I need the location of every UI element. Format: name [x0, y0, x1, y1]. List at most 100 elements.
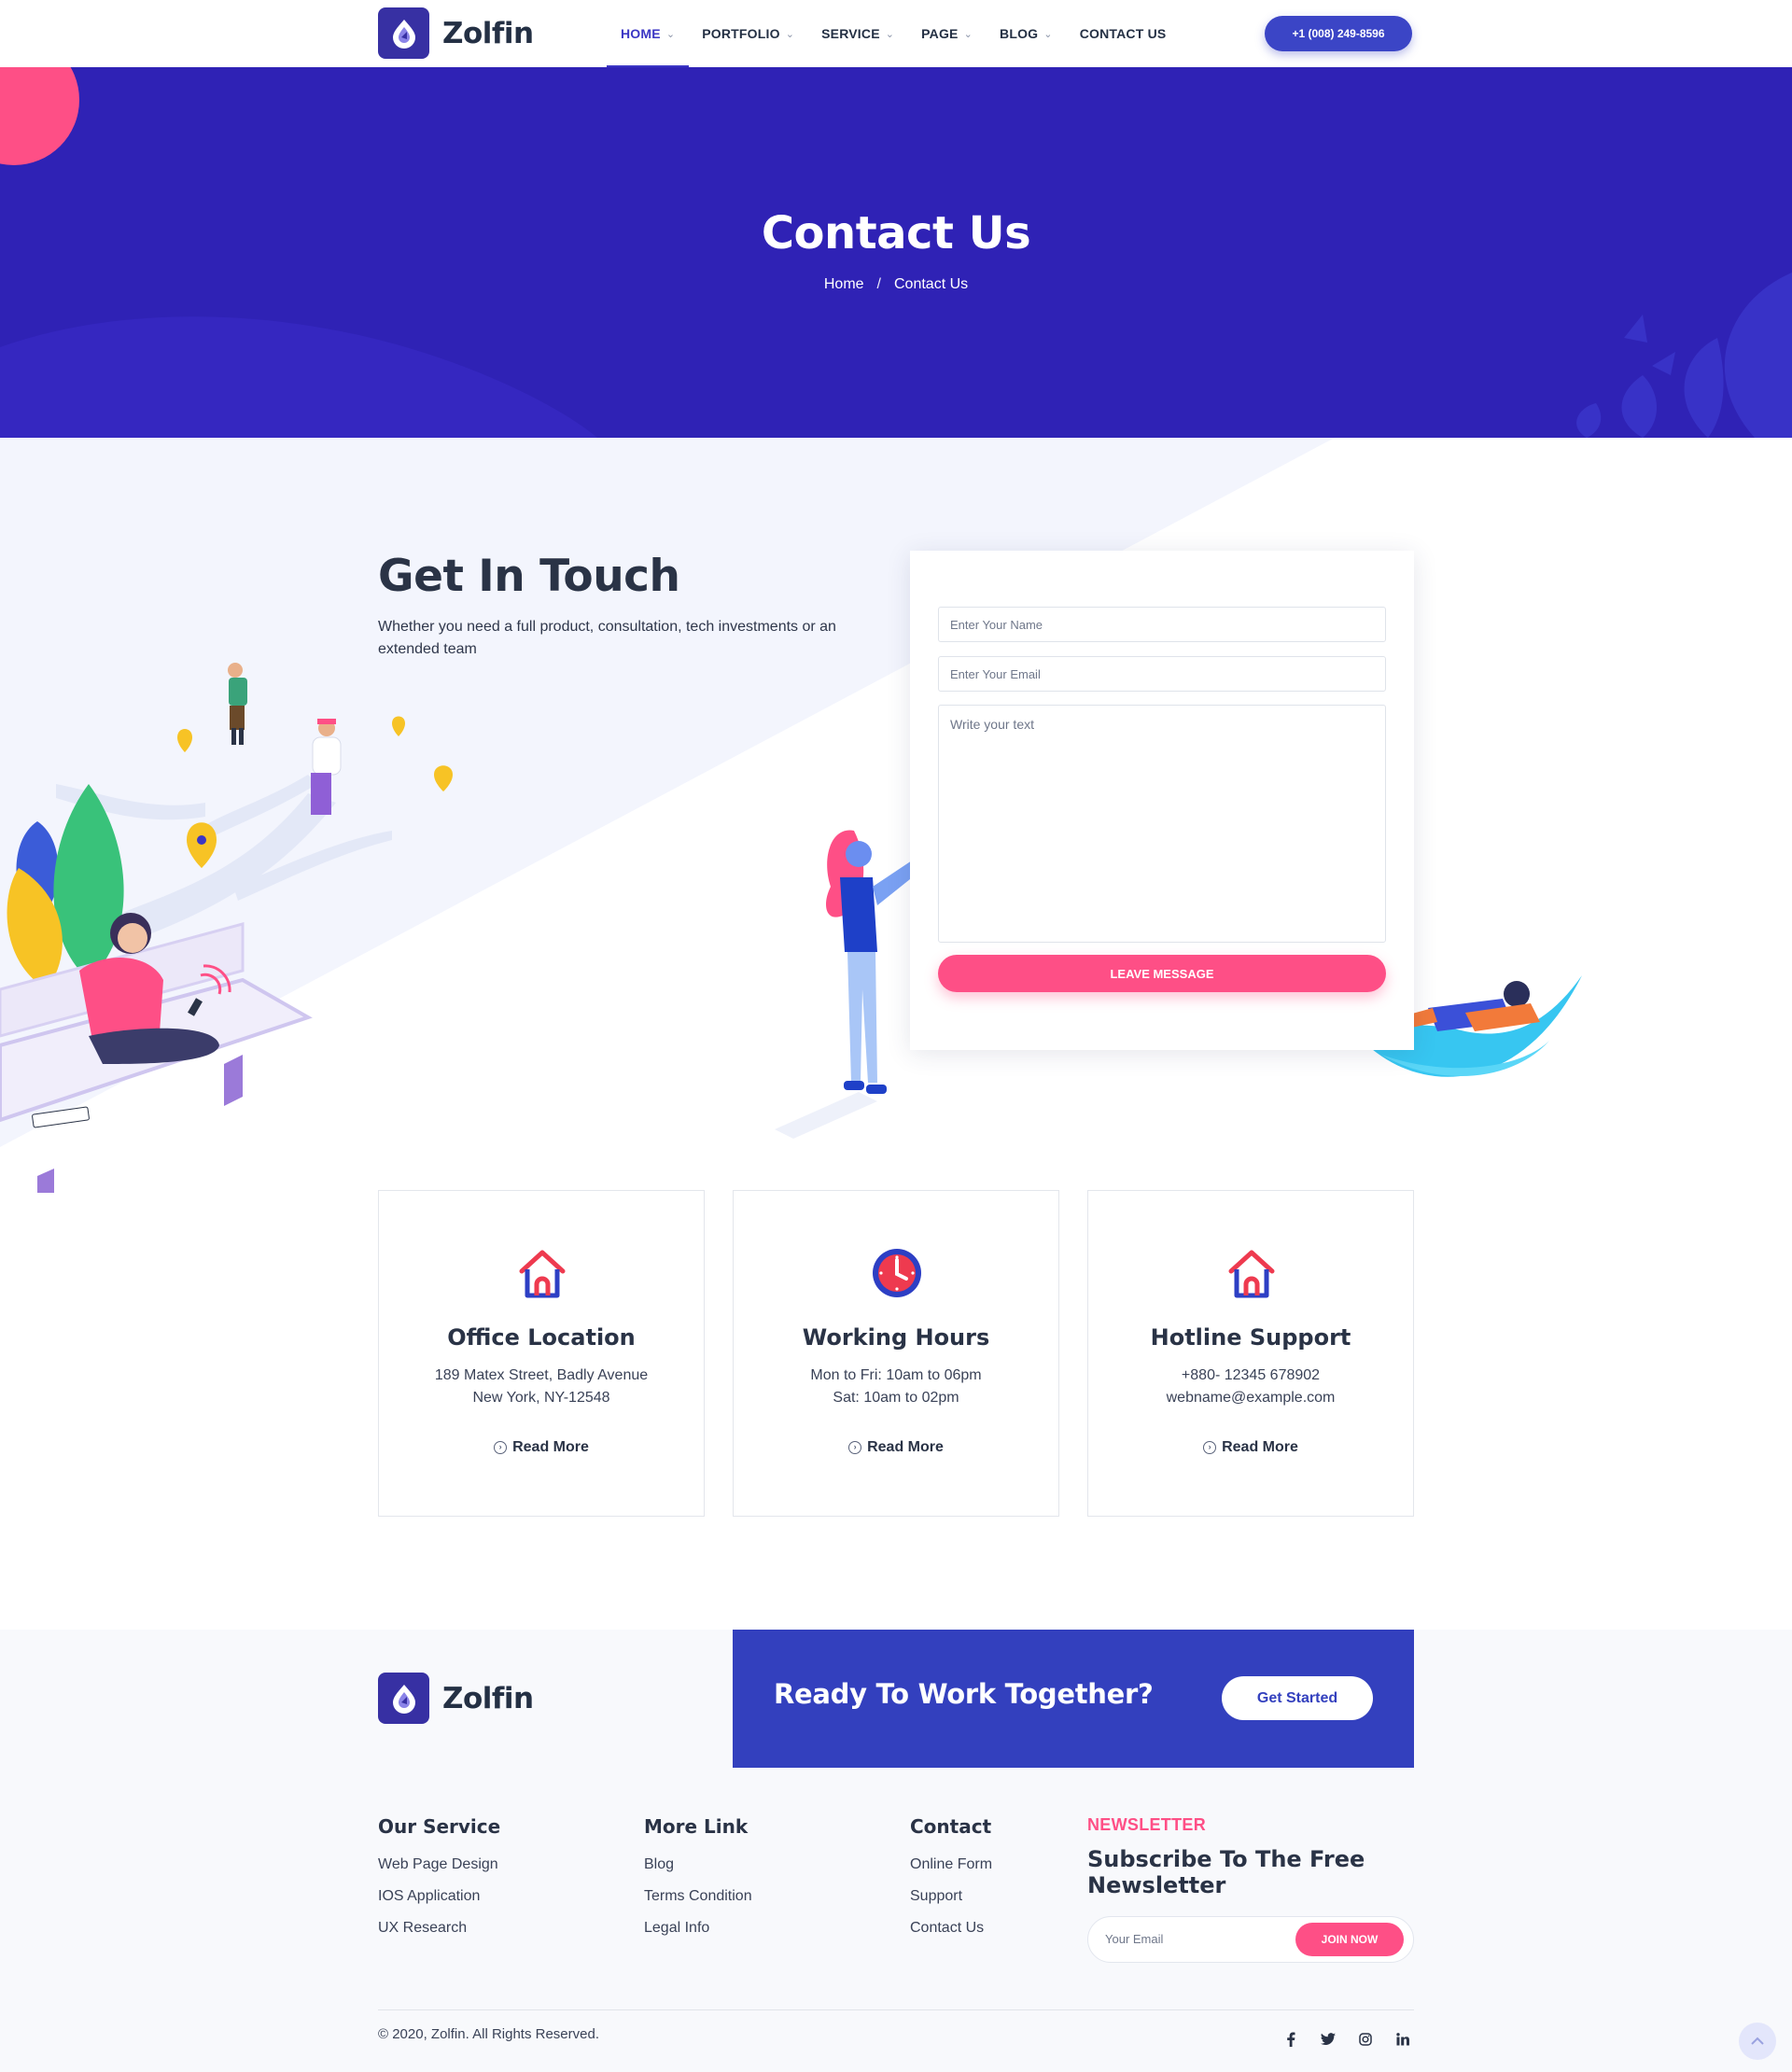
main-menu: HOME ⌄ PORTFOLIO ⌄ SERVICE ⌄ PAGE ⌄ BLOG…: [606, 0, 1193, 67]
contact-form: Enter Your Name Enter Your Email Write y…: [910, 551, 1414, 1050]
logo-text: Zolfin: [442, 1681, 534, 1715]
card-title: Working Hours: [802, 1324, 990, 1351]
read-more-link[interactable]: › Read More: [1088, 1439, 1413, 1456]
newsletter-label: NEWSLETTER: [1087, 1815, 1206, 1834]
breadcrumb: Home / Contact Us: [0, 276, 1792, 293]
footer-divider: [378, 2009, 1414, 2010]
footer-column-contact: Contact Online Form Support Contact Us: [910, 1815, 992, 1950]
arrow-circle-icon: ›: [1203, 1441, 1217, 1454]
page-hero: Contact Us Home / Contact Us: [0, 67, 1792, 438]
card-email-line: webname@example.com: [1166, 1390, 1336, 1406]
nav-item-page[interactable]: PAGE ⌄: [921, 0, 973, 67]
footer-column-title: More Link: [644, 1815, 749, 1838]
footer-column-title: Contact: [910, 1815, 992, 1838]
cta-heading: Ready To Work Together?: [774, 1678, 1154, 1710]
email-field[interactable]: Enter Your Email: [938, 656, 1386, 692]
read-more-label: Read More: [867, 1439, 944, 1455]
nav-label: CONTACT US: [1079, 26, 1167, 41]
chevron-down-icon: ⌄: [963, 28, 973, 40]
nav-label: BLOG: [1000, 26, 1039, 41]
nav-item-portfolio[interactable]: PORTFOLIO ⌄: [702, 0, 794, 67]
newsletter-title: Subscribe To The Free Newsletter: [1087, 1846, 1414, 1898]
clock-icon: [873, 1249, 921, 1297]
arrow-circle-icon: ›: [848, 1441, 862, 1454]
newsletter-title-line: Newsletter: [1087, 1872, 1226, 1898]
facebook-icon[interactable]: [1272, 2029, 1309, 2050]
nav-label: PORTFOLIO: [702, 26, 780, 41]
wave-shape: [0, 316, 597, 438]
chevron-down-icon: ⌄: [785, 28, 795, 40]
footer-link[interactable]: Legal Info: [644, 1918, 752, 1939]
card-address-line: New York, NY-12548: [472, 1390, 610, 1406]
chevron-down-icon: ⌄: [665, 28, 676, 40]
footer-link[interactable]: Terms Condition: [644, 1886, 752, 1907]
footer-link[interactable]: UX Research: [378, 1918, 500, 1939]
nav-item-home[interactable]: HOME ⌄: [606, 0, 690, 67]
pink-blob-shape: [0, 67, 79, 165]
logo-mark-icon: [378, 7, 429, 59]
arrow-circle-icon: ›: [494, 1441, 508, 1454]
nav-item-blog[interactable]: BLOG ⌄: [1000, 0, 1053, 67]
leave-message-button[interactable]: LEAVE MESSAGE: [938, 955, 1386, 992]
breadcrumb-separator: /: [876, 276, 881, 292]
logo-mark-icon: [378, 1673, 429, 1724]
card-hours-line: Sat: 10am to 02pm: [833, 1390, 959, 1406]
footer-column-service: Our Service Web Page Design IOS Applicat…: [378, 1815, 500, 1950]
newsletter-title-line: Subscribe To The Free: [1087, 1846, 1365, 1872]
copyright-text: © 2020, Zolfin. All Rights Reserved.: [378, 2026, 599, 2042]
page-title: Contact Us: [761, 207, 1031, 259]
footer-link[interactable]: IOS Application: [378, 1886, 500, 1907]
logo-text: Zolfin: [442, 16, 534, 50]
nav-label: HOME: [621, 26, 661, 41]
nav-item-service[interactable]: SERVICE ⌄: [821, 0, 894, 67]
card-address-line: 189 Matex Street, Badly Avenue: [434, 1367, 649, 1383]
read-more-label: Read More: [1222, 1439, 1298, 1455]
name-field[interactable]: Enter Your Name: [938, 607, 1386, 642]
footer-link[interactable]: Contact Us: [910, 1918, 992, 1939]
leaf-decoration: [1576, 273, 1792, 438]
scroll-to-top-button[interactable]: [1739, 2023, 1776, 2060]
instagram-icon[interactable]: [1347, 2029, 1384, 2050]
twitter-icon[interactable]: [1309, 2029, 1347, 2050]
footer-link[interactable]: Online Form: [910, 1855, 992, 1875]
footer-link[interactable]: Web Page Design: [378, 1855, 500, 1875]
footer-column-more-link: More Link Blog Terms Condition Legal Inf…: [644, 1815, 752, 1950]
footer-link[interactable]: Support: [910, 1886, 992, 1907]
info-card-hours: Working Hours Mon to Fri: 10am to 06pm S…: [733, 1190, 1059, 1517]
phone-button[interactable]: +1 (008) 249-8596: [1265, 16, 1412, 51]
map-pin-icon: [187, 822, 217, 868]
read-more-label: Read More: [512, 1439, 589, 1455]
info-card-hotline: Hotline Support +880- 12345 678902 webna…: [1087, 1190, 1414, 1517]
chevron-down-icon: ⌄: [885, 28, 895, 40]
read-more-link[interactable]: › Read More: [734, 1439, 1058, 1456]
nav-item-contact-us[interactable]: CONTACT US: [1080, 0, 1167, 67]
card-title: Office Location: [447, 1324, 636, 1351]
message-field[interactable]: Write your text: [938, 705, 1386, 943]
footer-column-title: Our Service: [378, 1815, 501, 1838]
section-description: Whether you need a full product, consult…: [378, 619, 836, 657]
chevron-down-icon: ⌄: [1043, 28, 1053, 40]
join-now-button[interactable]: JOIN NOW: [1295, 1923, 1404, 1956]
house-icon: [519, 1250, 566, 1298]
cta-banner: Ready To Work Together? Get Started: [733, 1630, 1414, 1768]
people-map-illustration: [0, 663, 453, 1193]
info-card-office: Office Location 189 Matex Street, Badly …: [378, 1190, 705, 1517]
navbar: Zolfin HOME ⌄ PORTFOLIO ⌄ SERVICE ⌄ PAGE…: [0, 0, 1792, 67]
newsletter-section: NEWSLETTER Subscribe To The Free Newslet…: [1087, 1815, 1414, 1963]
footer-logo[interactable]: Zolfin: [378, 1673, 534, 1724]
get-started-button[interactable]: Get Started: [1222, 1676, 1373, 1720]
card-phone-line: +880- 12345 678902: [1181, 1367, 1321, 1383]
read-more-link[interactable]: › Read More: [379, 1439, 704, 1456]
chevron-up-icon: [1751, 2037, 1764, 2045]
newsletter-form: Your Email JOIN NOW: [1087, 1916, 1414, 1963]
section-title: Get In Touch: [378, 551, 680, 602]
house-icon: [1228, 1250, 1275, 1298]
footer-link[interactable]: Blog: [644, 1855, 752, 1875]
nav-label: SERVICE: [821, 26, 880, 41]
breadcrumb-current: Contact Us: [894, 276, 969, 292]
header-logo[interactable]: Zolfin: [378, 7, 534, 59]
newsletter-email-input[interactable]: Your Email: [1105, 1917, 1163, 1962]
breadcrumb-home-link[interactable]: Home: [824, 276, 864, 293]
card-hours-line: Mon to Fri: 10am to 06pm: [810, 1367, 982, 1383]
linkedin-icon[interactable]: [1384, 2029, 1421, 2050]
